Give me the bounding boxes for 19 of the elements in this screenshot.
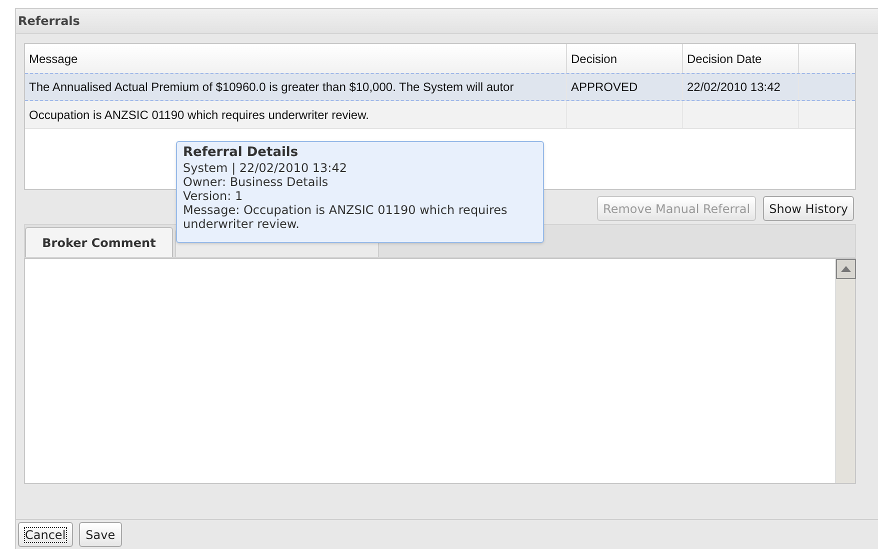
tooltip-text: System | 22/02/2010 13:42: [183, 161, 348, 175]
tab[interactable]: Broker Comment: [25, 227, 173, 257]
comment-field[interactable]: [24, 258, 856, 484]
table-cell-text: 22/02/2010 13:42: [687, 79, 780, 96]
table-cell-text: Occupation is ANZSIC 01190 which requires underwriter review.: [29, 106, 369, 124]
table-cell-text: APPROVED: [571, 79, 638, 96]
panel-title: Referrals: [18, 13, 80, 30]
scrollbar[interactable]: [835, 259, 855, 483]
tooltip-title: Referral Details: [183, 145, 300, 161]
action-button[interactable]: Show History: [763, 196, 854, 221]
table-cell-text: The Annualised Actual Premium of $10960.0 is greater than $10,000. The System will autor: [29, 79, 514, 96]
tooltip-text: Version: 1: [183, 189, 244, 203]
scroll-up-icon[interactable]: [836, 259, 856, 279]
footer-button[interactable]: Save: [78, 522, 122, 547]
tooltip-text: Owner: Business Details: [183, 175, 330, 189]
table-row[interactable]: Occupation is ANZSIC 01190 which requires underwriter review.: [25, 101, 855, 129]
table-row[interactable]: The Annualised Actual Premium of $10960.0 is greater than $10,000. The System will autor APPROVED 22/02/2010 13:42: [25, 73, 855, 101]
footer-button[interactable]: Cancel: [18, 522, 73, 547]
tooltip-text: Message: Occupation is ANZSIC 01190 which requires underwriter review.: [183, 203, 508, 231]
